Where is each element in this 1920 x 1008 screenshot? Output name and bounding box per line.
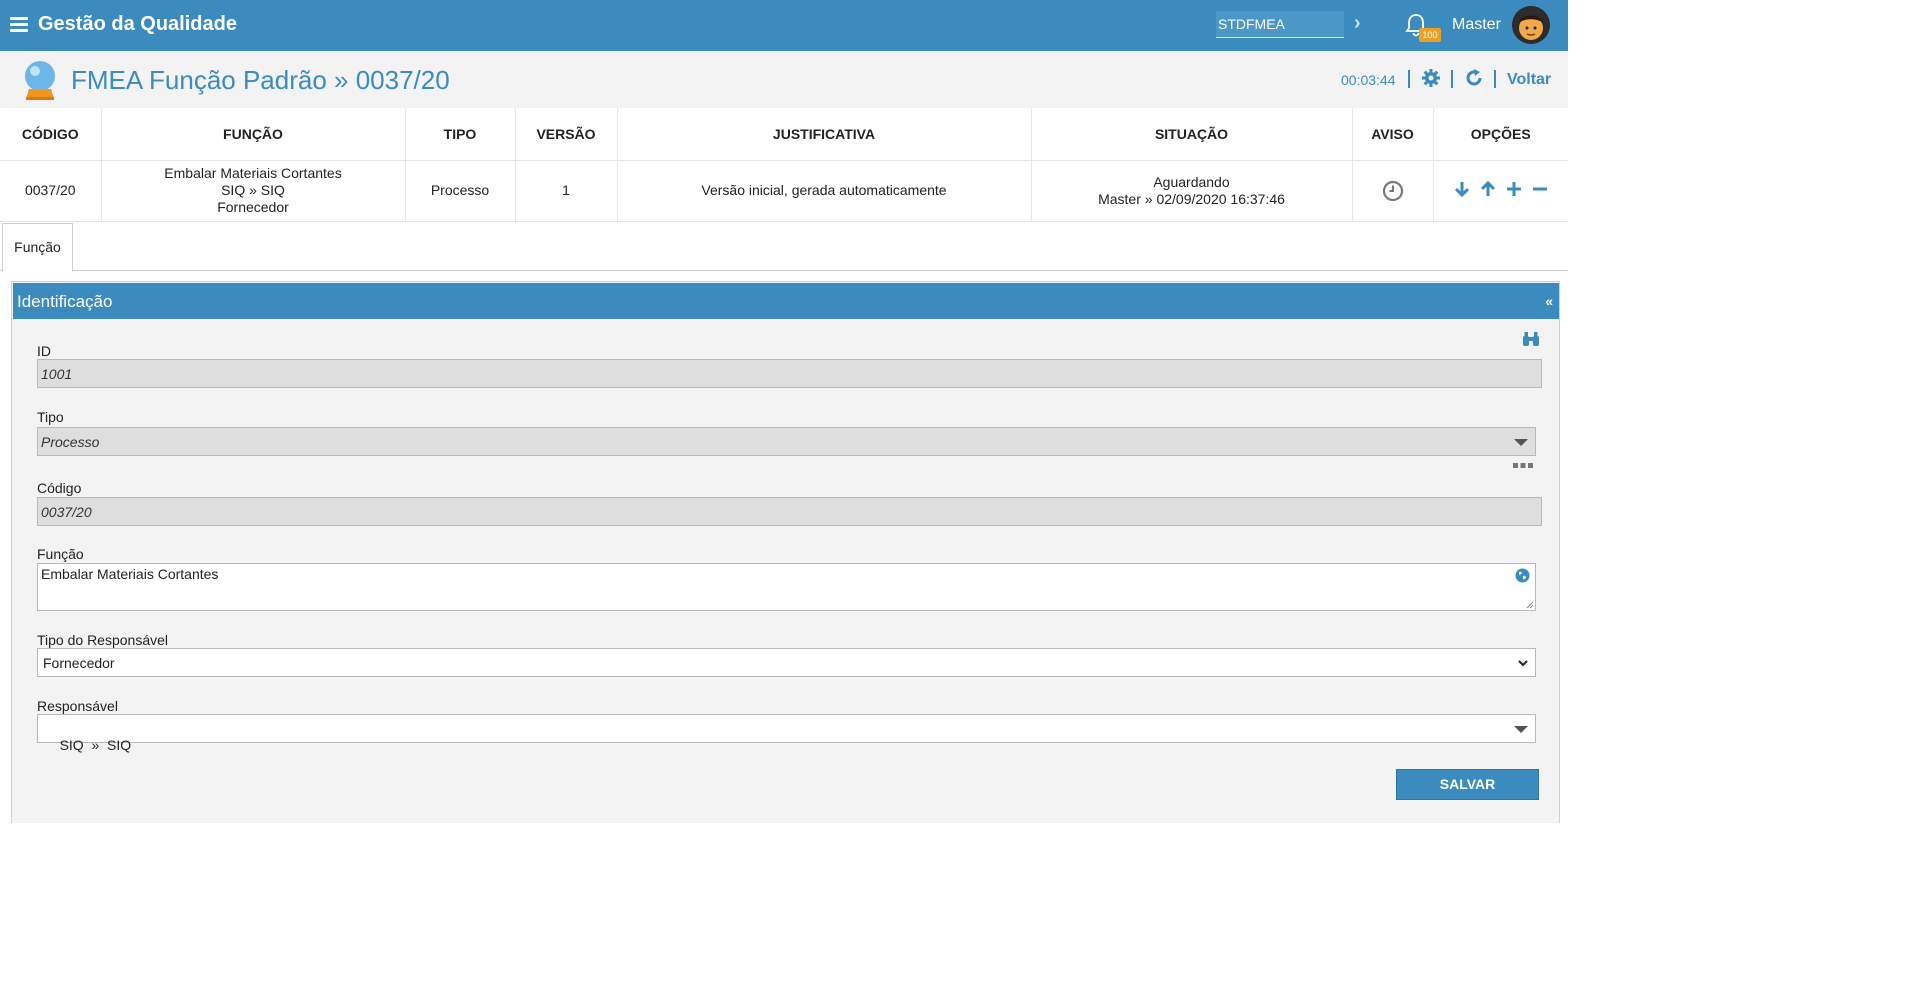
funcao-label: Função	[37, 546, 84, 562]
column-header-aviso: AVISO	[1352, 108, 1434, 161]
more-options-icon[interactable]	[1513, 463, 1533, 469]
responsavel-select[interactable]: SIQ » SIQ	[37, 714, 1536, 753]
column-header-opcoes: OPÇÕES	[1433, 108, 1568, 161]
funcao-value: Embalar Materiais Cortantes	[41, 566, 219, 582]
refresh-icon[interactable]	[1464, 68, 1484, 88]
codigo-label: Código	[37, 480, 82, 496]
globe-icon[interactable]	[1515, 568, 1530, 583]
cell-versao: 1	[515, 160, 618, 222]
user-name[interactable]: Master	[1452, 16, 1501, 34]
hamburger-menu-icon[interactable]	[10, 17, 28, 33]
chevron-down-icon	[1518, 660, 1528, 667]
row-options	[1453, 180, 1549, 198]
tab-bar: Função	[0, 221, 1568, 272]
codigo-field: 0037/20	[37, 497, 1542, 526]
panel-header: Identificação «	[13, 283, 1559, 319]
arrow-down-icon[interactable]	[1453, 180, 1471, 198]
funcao-textarea[interactable]: Embalar Materiais Cortantes	[37, 563, 1536, 611]
divider	[1408, 70, 1410, 88]
caret-down-icon	[1514, 439, 1528, 446]
column-header-funcao: FUNÇÃO	[101, 108, 406, 161]
tipo-responsavel-value: Fornecedor	[43, 655, 115, 671]
funcao-name: Embalar Materiais Cortantes	[164, 165, 342, 181]
chevron-right-icon[interactable]: ›	[1354, 13, 1372, 33]
divider	[1451, 70, 1453, 88]
cell-aviso	[1352, 160, 1434, 222]
responsavel-value: SIQ » SIQ	[59, 737, 132, 753]
funcao-responsible-type: Fornecedor	[217, 199, 289, 215]
binoculars-icon[interactable]	[1522, 330, 1540, 348]
page-title: FMEA Função Padrão » 0037/20	[71, 65, 450, 95]
column-header-justificativa: JUSTIFICATIVA	[617, 108, 1032, 161]
cell-justificativa: Versão inicial, gerada automaticamente	[617, 160, 1032, 222]
tab-funcao[interactable]: Função	[2, 223, 73, 272]
avatar[interactable]	[1512, 6, 1550, 44]
gear-icon[interactable]	[1421, 68, 1441, 88]
tipo-responsavel-label: Tipo do Responsável	[37, 632, 169, 648]
collapse-icon[interactable]: «	[1545, 293, 1553, 309]
tipo-label: Tipo	[37, 409, 64, 425]
identification-panel: Identificação « ID 1001 Tipo Processo Có…	[11, 281, 1560, 823]
records-table: CÓDIGO FUNÇÃO TIPO VERSÃO JUSTIFICATIVA …	[0, 108, 1568, 222]
tipo-responsavel-select[interactable]: Fornecedor	[37, 648, 1536, 677]
panel-title: Identificação	[17, 292, 113, 311]
tipo-select: Processo	[37, 427, 1536, 456]
caret-down-icon	[1514, 726, 1528, 733]
column-header-situacao: SITUAÇÃO	[1031, 108, 1353, 161]
back-link[interactable]: Voltar	[1507, 71, 1551, 89]
tipo-value: Processo	[41, 434, 100, 450]
table-header-row: CÓDIGO FUNÇÃO TIPO VERSÃO JUSTIFICATIVA …	[0, 108, 1568, 161]
app-title: Gestão da Qualidade	[38, 13, 237, 35]
top-bar: Gestão da Qualidade STDFMEA › 100 Master	[0, 0, 1568, 51]
session-timer: 00:03:44	[1341, 72, 1396, 88]
notification-badge: 100	[1419, 28, 1441, 42]
arrow-up-icon[interactable]	[1479, 180, 1497, 198]
table-row[interactable]: 0037/20 Embalar Materiais Cortantes SIQ …	[0, 160, 1568, 222]
id-label: ID	[37, 343, 51, 359]
cell-tipo: Processo	[405, 160, 516, 222]
plus-icon[interactable]	[1505, 180, 1523, 198]
minus-icon[interactable]	[1531, 180, 1549, 198]
funcao-responsible: SIQ » SIQ	[221, 182, 285, 198]
cell-situacao: Aguardando Master » 02/09/2020 16:37:46	[1031, 160, 1353, 222]
situacao-detail: Master » 02/09/2020 16:37:46	[1098, 190, 1285, 207]
save-button[interactable]: SALVAR	[1396, 769, 1539, 800]
module-search-input[interactable]: STDFMEA	[1216, 11, 1344, 38]
page-header: FMEA Função Padrão » 0037/20 00:03:44 Vo…	[0, 51, 1568, 108]
resize-handle-icon[interactable]	[1526, 601, 1534, 609]
crystal-ball-icon	[25, 61, 55, 100]
cell-funcao: Embalar Materiais Cortantes SIQ » SIQ Fo…	[101, 160, 406, 222]
divider	[1494, 70, 1496, 88]
situacao-status: Aguardando	[1153, 173, 1230, 190]
column-header-versao: VERSÃO	[515, 108, 618, 161]
column-header-codigo: CÓDIGO	[0, 108, 102, 161]
cell-codigo: 0037/20	[0, 160, 102, 222]
id-field: 1001	[37, 359, 1542, 388]
clock-icon[interactable]	[1382, 180, 1404, 202]
responsavel-label: Responsável	[37, 698, 118, 714]
column-header-tipo: TIPO	[405, 108, 516, 161]
cell-opcoes	[1433, 160, 1568, 222]
